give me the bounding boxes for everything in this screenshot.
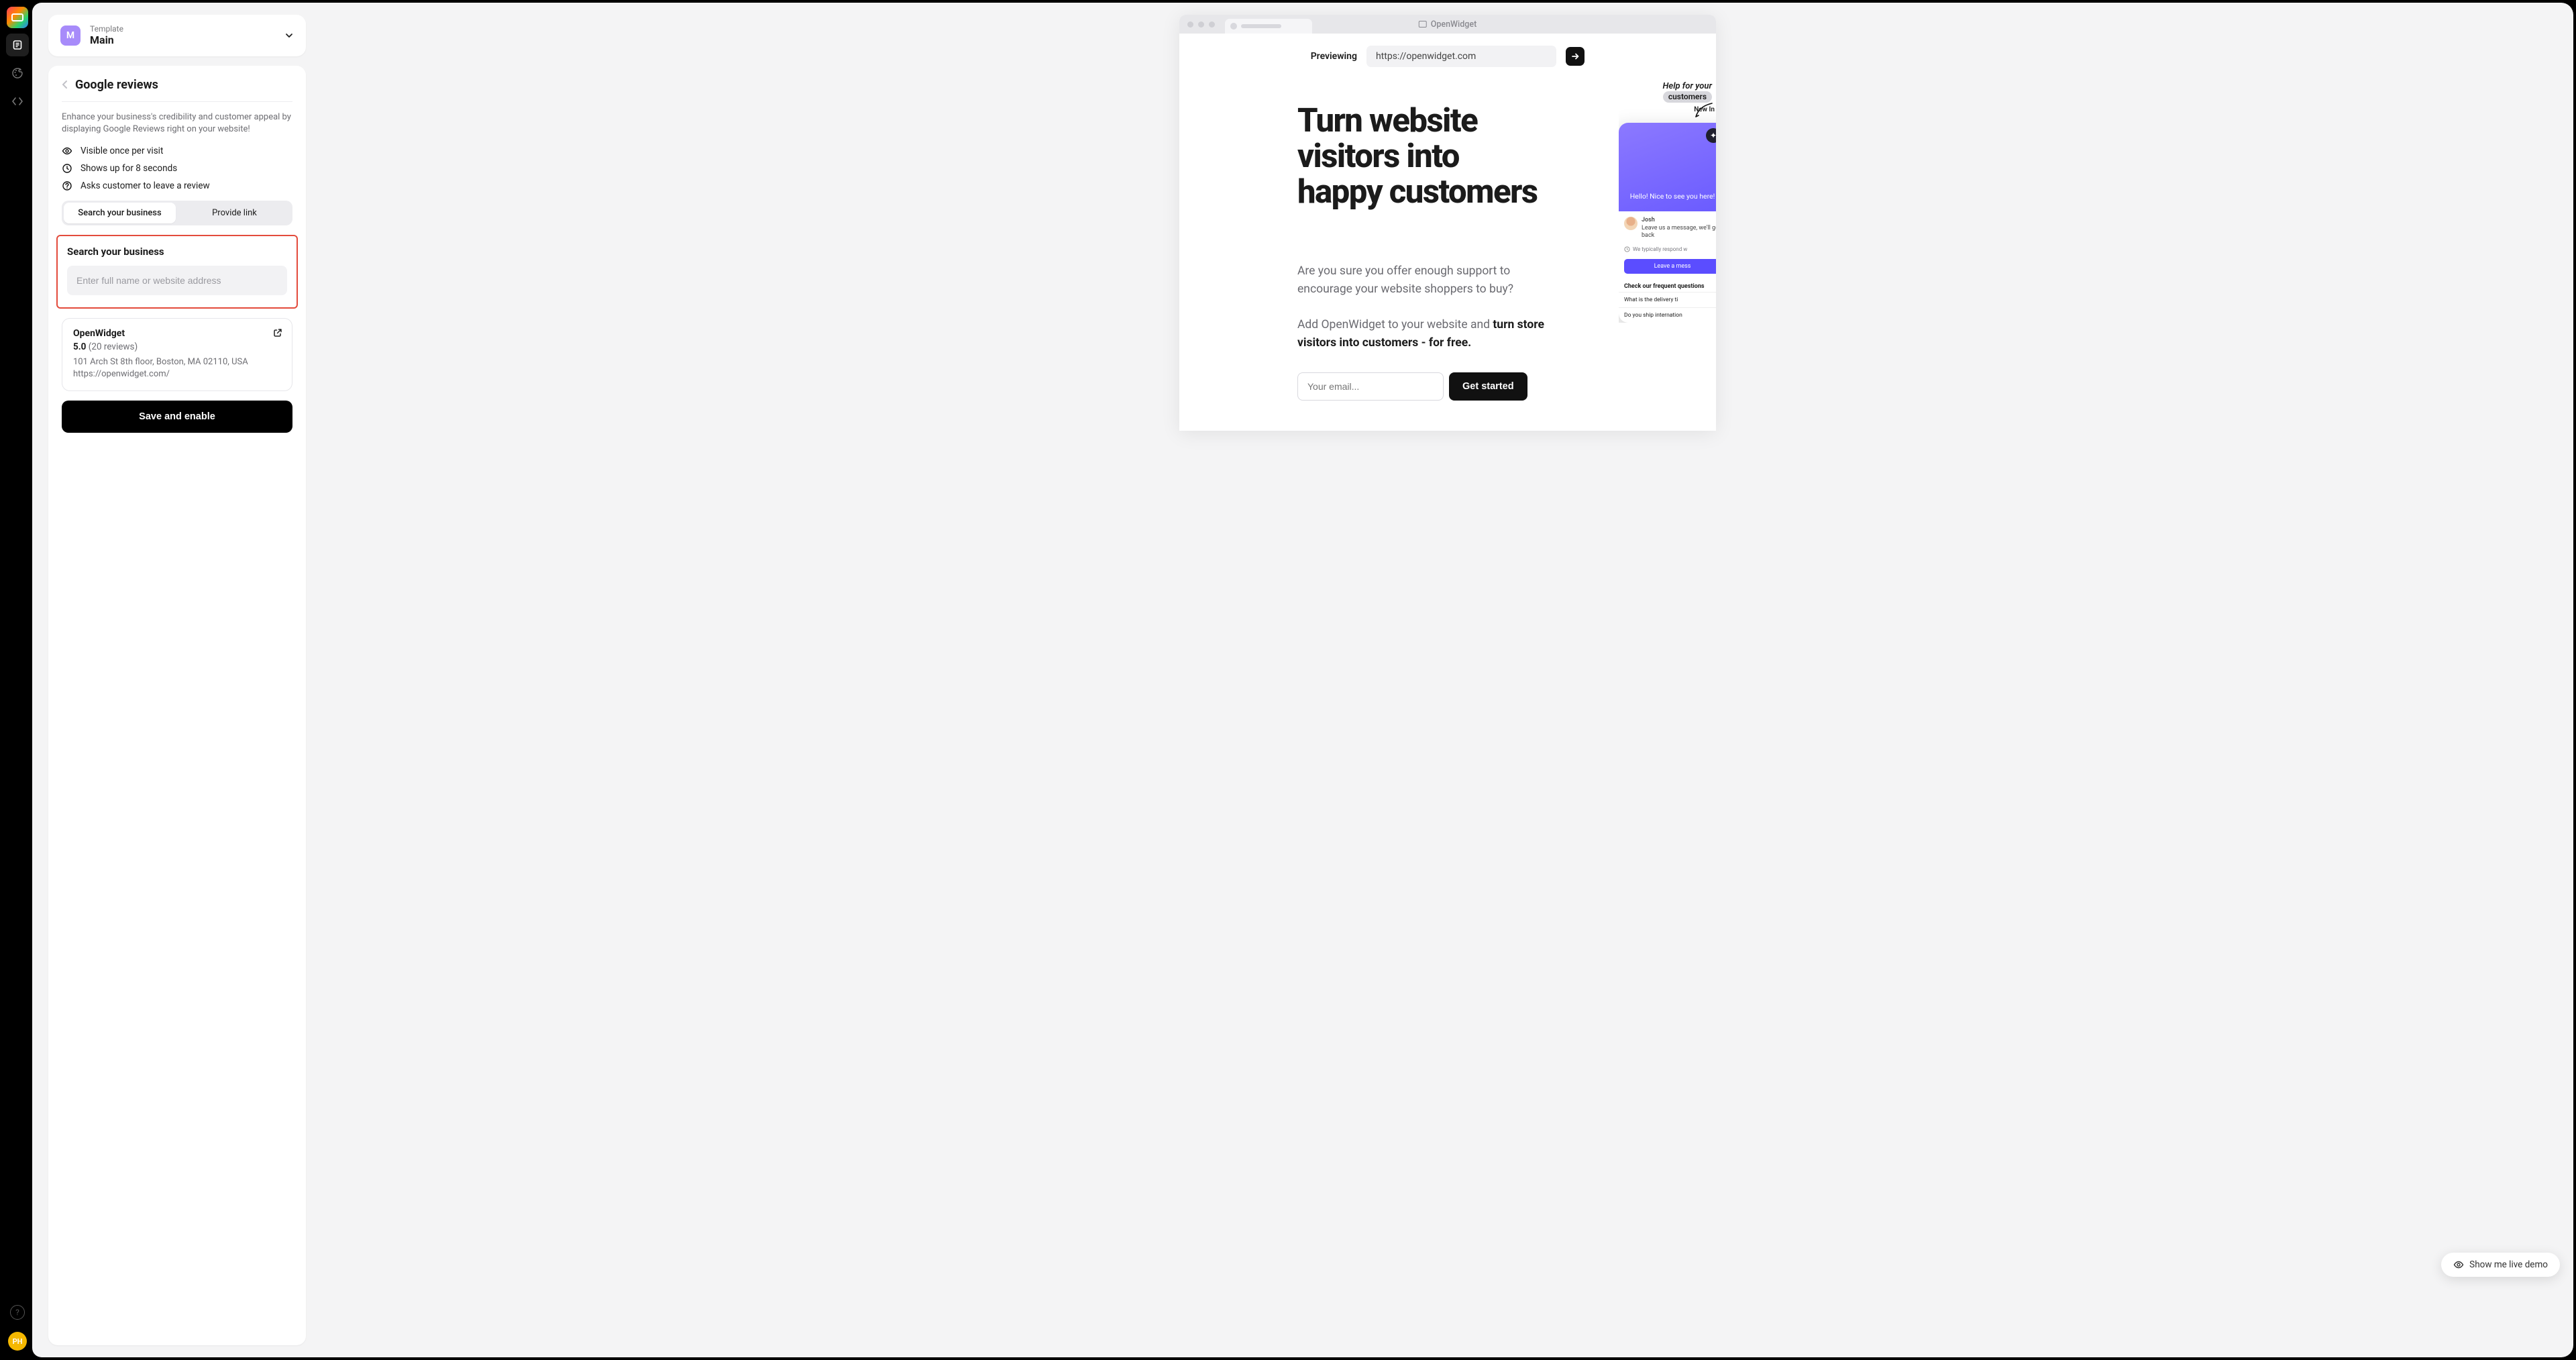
go-button[interactable] bbox=[1566, 47, 1585, 66]
browser-mock: OpenWidget Previewing https://openwidget… bbox=[1179, 15, 1716, 431]
settings-panel: Google reviews Enhance your business's c… bbox=[48, 66, 306, 1345]
search-heading: Search your business bbox=[67, 246, 287, 258]
brand-icon bbox=[1419, 21, 1427, 28]
window-dot bbox=[1187, 21, 1193, 28]
input-mode-tabs: Search your business Provide link bbox=[62, 201, 292, 225]
search-result-card[interactable]: OpenWidget 5.0 (20 reviews) 101 Arch St … bbox=[62, 318, 292, 390]
back-button[interactable] bbox=[62, 80, 68, 89]
palette-icon bbox=[11, 67, 23, 79]
code-icon bbox=[11, 95, 23, 107]
get-started-button[interactable]: Get started bbox=[1449, 372, 1527, 401]
panel-title: Google reviews bbox=[75, 78, 158, 92]
rail-appearance-button[interactable] bbox=[6, 62, 29, 85]
window-dot bbox=[1209, 21, 1215, 28]
rail-content-button[interactable] bbox=[6, 34, 29, 56]
template-badge: M bbox=[60, 25, 80, 46]
browser-tab bbox=[1225, 19, 1312, 34]
tab-search-business[interactable]: Search your business bbox=[64, 203, 176, 223]
app-frame: ? PH M Template Main Go bbox=[3, 3, 2573, 1357]
business-search-input[interactable] bbox=[67, 266, 287, 295]
app-logo[interactable] bbox=[7, 7, 28, 28]
faq-item: What is the delivery ti bbox=[1619, 292, 1716, 307]
template-label: Template bbox=[90, 24, 275, 34]
tab-provide-link[interactable]: Provide link bbox=[178, 203, 290, 223]
preview-column: OpenWidget Previewing https://openwidget… bbox=[322, 3, 2573, 1357]
info-row: Shows up for 8 seconds bbox=[62, 163, 292, 174]
help-button[interactable]: ? bbox=[10, 1305, 25, 1320]
panel-description: Enhance your business's credibility and … bbox=[62, 111, 292, 137]
new-in-label: New In bbox=[1694, 106, 1715, 113]
save-enable-button[interactable]: Save and enable bbox=[62, 401, 292, 433]
result-rating: 5.0 (20 reviews) bbox=[73, 342, 281, 352]
widget-greeting: Hello! Nice to see you here! bbox=[1621, 192, 1716, 201]
response-time: We typically respond w bbox=[1619, 244, 1716, 255]
info-row: Visible once per visit bbox=[62, 146, 292, 156]
previewing-label: Previewing bbox=[1311, 51, 1357, 62]
clock-icon bbox=[62, 163, 72, 174]
browser-chrome: OpenWidget bbox=[1179, 15, 1716, 34]
agent-avatar bbox=[1624, 217, 1638, 230]
preview-url-field[interactable]: https://openwidget.com bbox=[1366, 46, 1556, 67]
chat-widget-mock: ✦ Hello! Nice to see you here! Josh Leav… bbox=[1619, 123, 1716, 323]
info-row: Asks customer to leave a review bbox=[62, 180, 292, 191]
arrow-right-icon bbox=[1570, 52, 1580, 61]
clock-icon bbox=[1624, 246, 1630, 252]
question-icon bbox=[62, 180, 72, 191]
show-live-demo-button[interactable]: Show me live demo bbox=[2441, 1253, 2560, 1277]
template-selector[interactable]: M Template Main bbox=[48, 15, 306, 56]
hero-sub2: Add OpenWidget to your website and turn … bbox=[1297, 316, 1552, 352]
search-business-block: Search your business bbox=[56, 235, 298, 309]
hero-sub1: Are you sure you offer enough support to… bbox=[1297, 262, 1552, 299]
document-icon bbox=[12, 40, 23, 50]
leave-message-button: Leave a mess bbox=[1624, 259, 1716, 274]
handwritten-label: Help for your customers bbox=[1619, 82, 1716, 103]
window-dot bbox=[1198, 21, 1204, 28]
info-list: Visible once per visit Shows up for 8 se… bbox=[62, 146, 292, 191]
user-avatar[interactable]: PH bbox=[8, 1332, 27, 1351]
email-input[interactable] bbox=[1297, 372, 1444, 401]
eye-icon bbox=[62, 146, 72, 156]
preview-page: Turn website visitors into happy custome… bbox=[1179, 82, 1716, 431]
sparkle-icon: ✦ bbox=[1706, 128, 1716, 143]
faq-item: Do you ship internation bbox=[1619, 307, 1716, 323]
result-address: 101 Arch St 8th floor, Boston, MA 02110,… bbox=[73, 356, 281, 380]
widget-mock-column: Help for your customers New In ✦ Hello! … bbox=[1619, 82, 1716, 323]
template-name: Main bbox=[90, 34, 275, 46]
chat-bubble: Josh Leave us a message, we'll get back bbox=[1619, 211, 1716, 244]
faq-heading: Check our frequent questions bbox=[1619, 279, 1716, 292]
left-rail: ? PH bbox=[3, 3, 32, 1357]
settings-column: M Template Main Google reviews Enhance bbox=[32, 3, 322, 1357]
rail-code-button[interactable] bbox=[6, 90, 29, 113]
workspace: M Template Main Google reviews Enhance bbox=[32, 3, 2573, 1357]
url-bar-row: Previewing https://openwidget.com bbox=[1179, 34, 1716, 82]
external-link-icon[interactable] bbox=[273, 328, 282, 337]
result-name: OpenWidget bbox=[73, 328, 281, 339]
brand-label: OpenWidget bbox=[1419, 19, 1477, 30]
chevron-down-icon bbox=[284, 31, 294, 40]
eye-icon bbox=[2453, 1259, 2464, 1270]
